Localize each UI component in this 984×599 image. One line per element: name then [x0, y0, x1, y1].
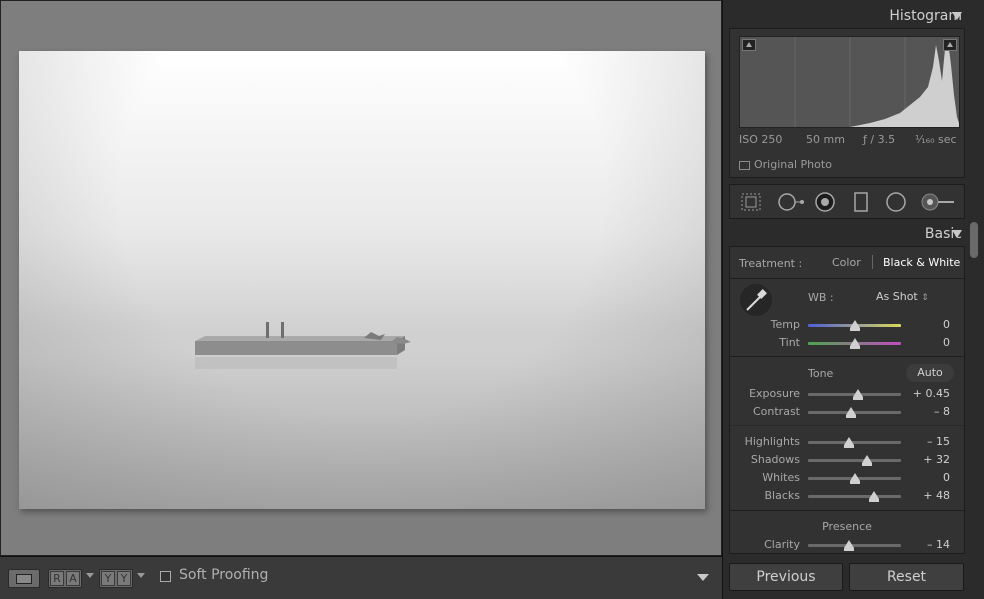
- image-viewer[interactable]: [0, 0, 722, 556]
- treatment-divider: [872, 255, 873, 269]
- tint-value[interactable]: 0: [900, 336, 950, 349]
- develop-right-panel: Histogram ISO 250 50 mm ƒ / 3.5 ¹⁄₁₆₀ se…: [722, 0, 984, 599]
- shadow-clipping-indicator[interactable]: [742, 39, 756, 51]
- histogram-graph[interactable]: [739, 36, 960, 128]
- tint-label: Tint: [779, 336, 800, 349]
- aperture-readout: ƒ / 3.5: [863, 133, 896, 146]
- exposure-slider-thumb[interactable]: [853, 389, 863, 400]
- blacks-slider[interactable]: [808, 491, 901, 502]
- whites-slider-thumb[interactable]: [850, 473, 860, 484]
- contrast-label: Contrast: [752, 405, 800, 418]
- before-after-button[interactable]: R A: [48, 569, 82, 588]
- clarity-value[interactable]: – 14: [900, 538, 950, 551]
- wb-label: WB :: [808, 291, 834, 304]
- blacks-value[interactable]: + 48: [900, 489, 950, 502]
- shadows-slider-thumb[interactable]: [862, 455, 872, 466]
- whites-label: Whites: [762, 471, 800, 484]
- wb-eyedropper-icon[interactable]: [739, 283, 773, 317]
- shadows-value[interactable]: + 32: [900, 453, 950, 466]
- clarity-label: Clarity: [764, 538, 800, 551]
- clarity-slider-thumb[interactable]: [844, 540, 854, 551]
- treatment-color-option[interactable]: Color: [832, 256, 861, 269]
- basic-collapse-icon[interactable]: [952, 230, 962, 238]
- soft-proofing-label: Soft Proofing: [179, 567, 269, 583]
- tint-slider-thumb[interactable]: [850, 338, 860, 349]
- panel-scrollbar[interactable]: [970, 222, 978, 258]
- presence-label: Presence: [822, 520, 872, 533]
- section-divider: [730, 356, 964, 357]
- highlights-slider-thumb[interactable]: [844, 437, 854, 448]
- temp-value[interactable]: 0: [900, 318, 950, 331]
- survey-button[interactable]: Y Y: [99, 569, 133, 588]
- treatment-label: Treatment :: [739, 257, 803, 270]
- graduated-filter-icon[interactable]: [850, 192, 872, 212]
- focal-length-readout: 50 mm: [806, 133, 845, 146]
- survey-dropdown-icon[interactable]: [137, 573, 145, 578]
- photo-preview[interactable]: [19, 51, 705, 509]
- contrast-slider[interactable]: [808, 407, 901, 418]
- histogram-collapse-icon[interactable]: [952, 12, 962, 20]
- survey-right: Y: [117, 571, 131, 586]
- wb-stepper-icon: ⇕: [921, 293, 929, 303]
- basic-panel: Treatment : Color Black & White WB : As …: [729, 246, 965, 554]
- shadows-slider[interactable]: [808, 455, 901, 466]
- section-divider: [730, 510, 964, 511]
- before-after-dropdown-icon[interactable]: [86, 573, 94, 578]
- wb-value: As Shot: [876, 290, 918, 303]
- exposure-slider[interactable]: [808, 389, 901, 400]
- before-after-right: A: [66, 571, 80, 586]
- tone-auto-button[interactable]: Auto: [906, 364, 954, 382]
- soft-proofing-checkbox[interactable]: [160, 571, 171, 582]
- tint-slider[interactable]: [808, 338, 901, 349]
- toolbar-options-dropdown-icon[interactable]: [697, 574, 709, 581]
- temp-label: Temp: [770, 318, 800, 331]
- bottom-toolbar: R A Y Y: [0, 556, 722, 599]
- shutter-readout: ¹⁄₁₆₀ sec: [915, 133, 957, 146]
- crop-icon[interactable]: [740, 192, 762, 212]
- wb-select[interactable]: As Shot ⇕: [876, 290, 929, 303]
- adjustment-brush-icon[interactable]: [920, 192, 958, 212]
- tool-strip: [729, 184, 965, 219]
- reset-button[interactable]: Reset: [849, 563, 964, 591]
- previous-button[interactable]: Previous: [729, 563, 843, 591]
- whites-value[interactable]: 0: [900, 471, 950, 484]
- tone-label: Tone: [808, 367, 834, 380]
- photo-vignette: [19, 51, 705, 509]
- highlight-clipping-indicator[interactable]: [943, 39, 957, 51]
- histogram-curve: [794, 37, 959, 127]
- survey-left: Y: [101, 571, 115, 586]
- highlights-label: Highlights: [744, 435, 800, 448]
- shadows-label: Shadows: [750, 453, 800, 466]
- treatment-bw-option[interactable]: Black & White: [883, 256, 960, 269]
- blacks-label: Blacks: [764, 489, 801, 502]
- highlights-slider[interactable]: [808, 437, 901, 448]
- before-after-left: R: [50, 571, 64, 586]
- original-photo-checkbox[interactable]: [739, 161, 750, 170]
- section-divider: [730, 425, 964, 426]
- red-eye-icon[interactable]: [814, 192, 836, 212]
- contrast-slider-thumb[interactable]: [846, 407, 856, 418]
- section-divider: [730, 278, 964, 279]
- exposure-label: Exposure: [749, 387, 800, 400]
- whites-slider[interactable]: [808, 473, 901, 484]
- exposure-value[interactable]: + 0.45: [900, 387, 950, 400]
- loupe-view-icon: [16, 574, 32, 584]
- histogram-panel: ISO 250 50 mm ƒ / 3.5 ¹⁄₁₆₀ sec Original…: [729, 28, 965, 178]
- iso-readout: ISO 250: [739, 133, 783, 146]
- spot-removal-icon[interactable]: [776, 192, 806, 212]
- clarity-slider[interactable]: [808, 540, 901, 551]
- radial-filter-icon[interactable]: [885, 192, 907, 212]
- original-photo-label: Original Photo: [754, 158, 832, 171]
- temp-slider-thumb[interactable]: [850, 320, 860, 331]
- highlights-value[interactable]: – 15: [900, 435, 950, 448]
- temp-slider[interactable]: [808, 320, 901, 331]
- blacks-slider-thumb[interactable]: [869, 491, 879, 502]
- contrast-value[interactable]: – 8: [900, 405, 950, 418]
- loupe-view-button[interactable]: [8, 569, 40, 588]
